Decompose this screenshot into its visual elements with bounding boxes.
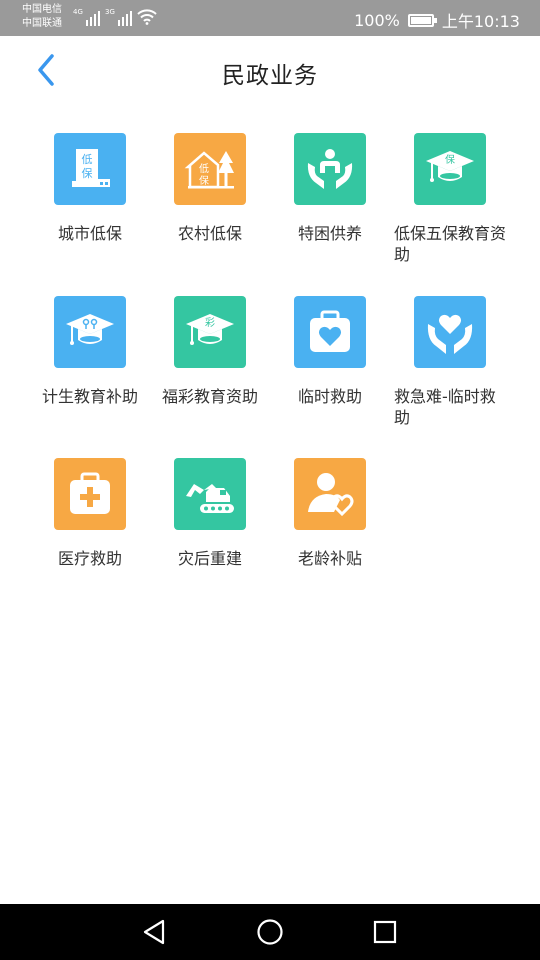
page-title: 民政业务 — [222, 63, 318, 89]
icon-text-bao: 保 — [445, 153, 455, 166]
carrier-names: 中国电信 中国联通 — [22, 3, 62, 31]
service-label: 低保五保教育资助 — [394, 224, 507, 264]
service-label: 灾后重建 — [177, 549, 242, 568]
special-support-icon — [294, 133, 366, 205]
system-nav-bar — [0, 904, 540, 960]
header: 民政业务 — [0, 36, 540, 106]
signal-2-icon: 3G — [105, 8, 132, 26]
city-low-income-icon: 低 保 — [54, 133, 126, 205]
nav-back-icon[interactable] — [139, 917, 169, 947]
nav-recents-icon[interactable] — [370, 917, 400, 947]
medical-kit-icon — [54, 458, 126, 530]
service-label: 救急难-临时救助 — [394, 387, 496, 427]
battery-percent: 100% — [354, 10, 400, 30]
family-planning-cap-icon — [54, 296, 126, 368]
service-label: 临时救助 — [297, 387, 362, 406]
service-label: 城市低保 — [57, 224, 122, 243]
education-aid-cap-icon: 保 — [414, 133, 486, 205]
carrier-1: 中国电信 — [22, 4, 62, 15]
hands-heart-icon — [414, 296, 486, 368]
service-label: 特困供养 — [297, 224, 362, 243]
service-label: 农村低保 — [177, 224, 242, 243]
icon-text-low: 低 — [199, 162, 209, 175]
icon-text-cai: 彩 — [205, 317, 215, 329]
icon-text-bao: 保 — [82, 166, 93, 180]
service-label: 福彩教育资助 — [161, 387, 258, 406]
carrier-2: 中国联通 — [22, 18, 62, 29]
status-bar: 中国电信 中国联通 4G 3G 100% 上午10:13 — [0, 0, 540, 36]
excavator-icon — [174, 458, 246, 530]
icon-text-low: 低 — [82, 153, 93, 166]
lottery-cap-icon: 彩 — [174, 296, 246, 368]
signal-1-icon: 4G — [73, 8, 100, 26]
heart-kit-icon — [294, 296, 366, 368]
battery-icon — [407, 13, 437, 27]
service-label: 计生教育补助 — [41, 387, 138, 406]
rural-low-income-icon: 低 保 — [174, 133, 246, 205]
nav-home-icon[interactable] — [255, 917, 285, 947]
elderly-care-icon — [294, 458, 366, 530]
wifi-icon — [137, 9, 157, 25]
service-label: 医疗救助 — [57, 549, 122, 568]
status-right: 100% 上午10:13 — [354, 8, 520, 32]
service-label: 老龄补贴 — [297, 549, 362, 568]
icon-text-bao: 保 — [199, 174, 209, 187]
clock: 上午10:13 — [441, 12, 520, 31]
